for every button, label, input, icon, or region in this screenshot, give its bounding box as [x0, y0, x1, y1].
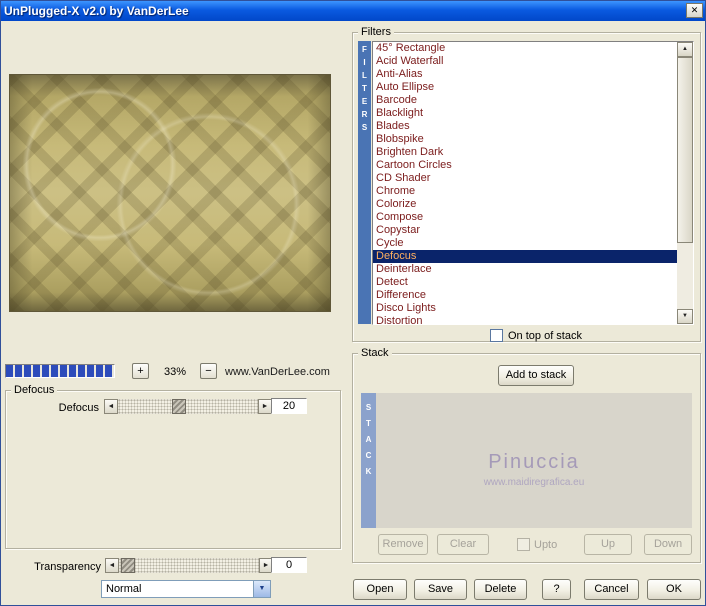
ok-button[interactable]: OK [647, 579, 701, 600]
filter-item[interactable]: Auto Ellipse [373, 81, 677, 94]
add-to-stack-button[interactable]: Add to stack [498, 365, 574, 386]
upto-checkbox[interactable] [517, 538, 530, 551]
filter-item[interactable]: Blobspike [373, 133, 677, 146]
filter-item[interactable]: CD Shader [373, 172, 677, 185]
progress-bar [5, 364, 115, 378]
watermark-title: Pinuccia [376, 451, 692, 474]
filter-item[interactable]: Defocus [373, 250, 677, 263]
filter-item[interactable]: Distortion [373, 315, 677, 324]
defocus-group-title: Defocus [11, 384, 57, 396]
filter-item[interactable]: Blacklight [373, 107, 677, 120]
transparency-label: Transparency [9, 561, 101, 573]
scroll-up-icon[interactable]: ▲ [677, 42, 693, 57]
filter-item[interactable]: 45° Rectangle [373, 42, 677, 55]
filters-list: 45° RectangleAcid WaterfallAnti-AliasAut… [372, 41, 694, 325]
remove-button[interactable]: Remove [378, 534, 428, 555]
save-button[interactable]: Save [414, 579, 467, 600]
stack-group-title: Stack [358, 347, 392, 359]
zoom-level: 33% [153, 366, 197, 378]
help-button[interactable]: ? [542, 579, 571, 600]
filter-item[interactable]: Colorize [373, 198, 677, 211]
blend-mode-value: Normal [102, 583, 253, 595]
watermark-url: www.maidiregrafica.eu [376, 477, 692, 488]
delete-button[interactable]: Delete [474, 579, 527, 600]
down-button[interactable]: Down [644, 534, 692, 555]
filter-item[interactable]: Acid Waterfall [373, 55, 677, 68]
scroll-down-icon[interactable]: ▼ [677, 309, 693, 324]
on-top-of-stack-checkbox[interactable] [490, 329, 503, 342]
transparency-value-field[interactable]: 0 [271, 557, 307, 573]
blend-mode-dropdown[interactable]: Normal ▼ [101, 580, 271, 598]
transparency-slider-track[interactable] [119, 558, 259, 573]
up-button[interactable]: Up [584, 534, 632, 555]
defocus-slider-thumb[interactable] [172, 399, 186, 414]
filter-item[interactable]: Difference [373, 289, 677, 302]
clear-button[interactable]: Clear [437, 534, 489, 555]
defocus-slider-left-arrow-icon[interactable]: ◄ [104, 399, 118, 414]
filter-item[interactable]: Blades [373, 120, 677, 133]
filter-item[interactable]: Chrome [373, 185, 677, 198]
filter-item[interactable]: Barcode [373, 94, 677, 107]
vendor-website-link[interactable]: www.VanDerLee.com [225, 366, 330, 378]
preview-image[interactable] [9, 74, 331, 312]
defocus-slider-right-arrow-icon[interactable]: ► [258, 399, 272, 414]
cancel-button[interactable]: Cancel [584, 579, 639, 600]
defocus-slider-label: Defocus [25, 402, 99, 414]
filter-item[interactable]: Brighten Dark [373, 146, 677, 159]
stack-panel[interactable]: Pinuccia www.maidiregrafica.eu [376, 393, 692, 528]
title-bar: UnPlugged-X v2.0 by VanDerLee ✕ [1, 1, 705, 21]
upto-label: Upto [534, 539, 557, 551]
filters-scrollbar[interactable]: ▲ ▼ [677, 42, 693, 324]
on-top-of-stack-label: On top of stack [508, 330, 582, 342]
filters-group-title: Filters [358, 26, 394, 38]
filter-item[interactable]: Disco Lights [373, 302, 677, 315]
chevron-down-icon[interactable]: ▼ [253, 581, 270, 597]
window-title: UnPlugged-X v2.0 by VanDerLee [1, 4, 189, 18]
zoom-out-button[interactable]: − [200, 363, 217, 379]
stack-vertical-label: STACK [361, 393, 376, 528]
transparency-slider-left-arrow-icon[interactable]: ◄ [105, 558, 119, 573]
filters-vertical-label: FILTERS [358, 41, 371, 324]
transparency-slider-thumb[interactable] [121, 558, 135, 573]
filter-item[interactable]: Anti-Alias [373, 68, 677, 81]
zoom-in-button[interactable]: + [132, 363, 149, 379]
defocus-value-field[interactable]: 20 [271, 398, 307, 414]
filter-item[interactable]: Deinterlace [373, 263, 677, 276]
filter-item[interactable]: Cartoon Circles [373, 159, 677, 172]
open-button[interactable]: Open [353, 579, 407, 600]
filter-item[interactable]: Detect [373, 276, 677, 289]
scrollbar-thumb[interactable] [677, 57, 693, 243]
filter-item[interactable]: Copystar [373, 224, 677, 237]
close-icon[interactable]: ✕ [686, 3, 703, 18]
defocus-slider-track[interactable] [118, 399, 258, 414]
filter-item[interactable]: Cycle [373, 237, 677, 250]
plugin-window: UnPlugged-X v2.0 by VanDerLee ✕ + 33% − … [0, 0, 706, 606]
filters-list-items: 45° RectangleAcid WaterfallAnti-AliasAut… [373, 42, 677, 324]
filter-item[interactable]: Compose [373, 211, 677, 224]
